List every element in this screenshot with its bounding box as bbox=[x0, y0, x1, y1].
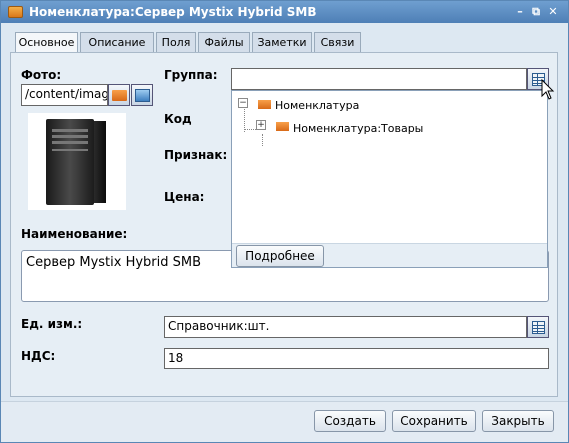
product-photo bbox=[28, 113, 126, 210]
tab-fields[interactable]: Поля bbox=[156, 32, 196, 52]
save-button[interactable]: Сохранить bbox=[392, 410, 476, 432]
catalog-icon bbox=[532, 321, 545, 334]
vat-label: НДС: bbox=[21, 349, 56, 363]
group-dropdown: − Номенклатура + Номенклатура:Товары Под… bbox=[231, 90, 548, 268]
dropdown-footer: Подробнее bbox=[232, 243, 547, 267]
expand-toggle[interactable]: + bbox=[256, 120, 266, 130]
button-bar: Создать Сохранить Закрыть bbox=[1, 401, 568, 442]
folder-icon bbox=[276, 122, 289, 131]
unit-field[interactable]: Справочник:шт. bbox=[164, 316, 527, 338]
group-field[interactable] bbox=[231, 68, 527, 90]
browse-photo-button[interactable] bbox=[108, 84, 130, 106]
title-bar[interactable]: Номенклатура:Сервер Mystix Hybrid SMB – … bbox=[1, 1, 568, 23]
details-button[interactable]: Подробнее bbox=[236, 245, 324, 267]
tab-links[interactable]: Связи bbox=[314, 32, 361, 52]
close-window-button[interactable]: ✕ bbox=[547, 6, 559, 18]
collapse-toggle[interactable]: − bbox=[238, 98, 248, 108]
photo-label: Фото: bbox=[21, 68, 62, 82]
attribute-label: Признак: bbox=[164, 148, 228, 162]
unit-picker-button[interactable] bbox=[527, 316, 549, 338]
tab-description[interactable]: Описание bbox=[80, 32, 154, 52]
group-label: Группа: bbox=[164, 68, 218, 82]
tab-main[interactable]: Основное bbox=[15, 32, 78, 53]
tree-node-goods[interactable]: Номенклатура:Товары bbox=[293, 122, 423, 135]
minimize-button[interactable]: – bbox=[514, 6, 526, 18]
dialog-window: Номенклатура:Сервер Mystix Hybrid SMB – … bbox=[0, 0, 569, 443]
photo-path-field[interactable]: /content/image bbox=[21, 84, 108, 106]
picture-icon bbox=[135, 89, 150, 102]
tree-node-nomenclature[interactable]: Номенклатура bbox=[275, 99, 359, 112]
folder-icon bbox=[8, 6, 23, 18]
vat-field[interactable]: 18 bbox=[164, 348, 549, 369]
tower-server-icon bbox=[46, 119, 94, 205]
name-label: Наименование: bbox=[21, 227, 128, 241]
folder-icon bbox=[112, 90, 127, 101]
unit-label: Ед. изм.: bbox=[21, 317, 83, 331]
folder-icon bbox=[258, 100, 271, 109]
tab-notes[interactable]: Заметки bbox=[252, 32, 312, 52]
price-label: Цена: bbox=[164, 190, 205, 204]
mouse-cursor-icon bbox=[541, 79, 555, 100]
window-title: Номенклатура:Сервер Mystix Hybrid SMB bbox=[29, 5, 317, 19]
code-label: Код bbox=[164, 112, 192, 126]
view-photo-button[interactable] bbox=[131, 84, 153, 106]
create-button[interactable]: Создать bbox=[314, 410, 386, 432]
close-button[interactable]: Закрыть bbox=[482, 410, 554, 432]
maximize-button[interactable]: ⧉ bbox=[530, 6, 542, 18]
tab-files[interactable]: Файлы bbox=[198, 32, 250, 52]
